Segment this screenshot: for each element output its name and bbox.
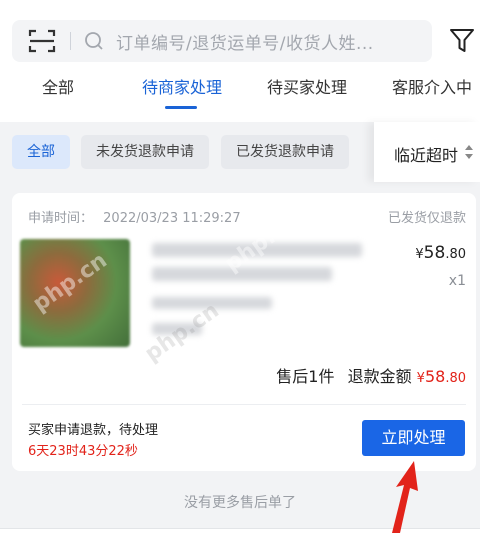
chip-unshipped-refund[interactable]: 未发货退款申请 — [81, 135, 209, 169]
active-tab-indicator — [165, 106, 197, 109]
request-time-label: 申请时间： — [28, 211, 94, 226]
process-now-button[interactable]: 立即处理 — [362, 420, 465, 456]
refund-amount-label: 退款金额 — [347, 367, 412, 386]
sort-label: 临近超时 — [394, 146, 459, 165]
countdown-timer: 6天23时43分22秒 — [28, 444, 138, 459]
status-tabs: 全部 待商家处理 待买家处理 客服介入中 — [0, 64, 480, 112]
refund-amount: ¥58.80 — [416, 367, 466, 386]
after-sale-count: 售后1件 — [276, 367, 335, 386]
search-input[interactable]: 订单编号/退货运单号/收货人姓... — [116, 29, 374, 54]
pending-note: 买家申请退款，待处理 — [28, 423, 159, 438]
product-quantity: x1 — [448, 273, 466, 289]
search-bar[interactable]: 订单编号/退货运单号/收货人姓... — [12, 20, 432, 62]
request-time: 申请时间： 2022/03/23 11:29:27 — [28, 207, 241, 226]
tab-pending-merchant[interactable]: 待商家处理 — [142, 74, 222, 98]
refund-summary: 售后1件 退款金额 ¥58.80 — [276, 363, 466, 387]
chip-all[interactable]: 全部 — [12, 135, 70, 169]
sort-dropdown[interactable]: 临近超时 — [374, 122, 480, 182]
card-divider — [22, 404, 466, 405]
request-time-value: 2022/03/23 11:29:27 — [103, 211, 241, 226]
product-price: ¥58.80 — [415, 243, 466, 263]
search-separator — [70, 32, 71, 50]
tab-all[interactable]: 全部 — [42, 74, 74, 98]
sort-arrows-icon — [465, 145, 473, 159]
filter-icon[interactable] — [449, 27, 475, 55]
chip-shipped-refund[interactable]: 已发货退款申请 — [221, 135, 349, 169]
header: 订单编号/退货运单号/收货人姓... 全部 待商家处理 待买家处理 客服介入中 — [0, 0, 480, 122]
scan-icon[interactable] — [28, 28, 56, 54]
tab-pending-buyer[interactable]: 待买家处理 — [267, 74, 347, 98]
tab-customer-service[interactable]: 客服介入中 — [392, 74, 472, 98]
refund-type: 已发货仅退款 — [387, 211, 466, 226]
search-icon — [85, 32, 103, 50]
annotation-arrow-icon — [392, 461, 418, 533]
after-sale-card[interactable]: 申请时间： 2022/03/23 11:29:27 已发货仅退款 ¥58.80 … — [12, 193, 476, 471]
